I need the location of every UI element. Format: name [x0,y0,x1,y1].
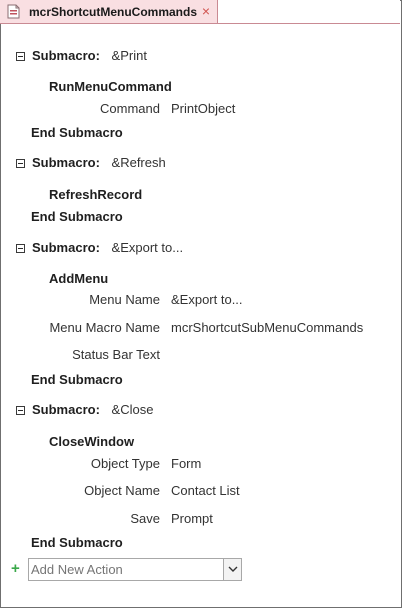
argument-row[interactable]: Command PrintObject [0,101,400,117]
submacro-name: &Print [111,48,147,63]
submacro-name: &Close [111,402,154,417]
submacro-header[interactable]: Submacro: &Print [32,48,147,63]
argument-label: Menu Name [89,292,160,307]
add-new-action-input[interactable] [31,561,221,578]
document-tab[interactable]: mcrShortcutMenuCommands × [0,0,218,24]
argument-label: Object Name [84,483,160,498]
end-submacro-label: End Submacro [31,125,123,140]
submacro-name: &Refresh [111,155,166,170]
argument-value[interactable]: Prompt [171,511,213,526]
collapse-minus-icon[interactable] [16,244,25,253]
submacro-keyword: Submacro: [32,240,100,255]
argument-label: Command [100,101,160,116]
argument-label: Status Bar Text [72,347,160,362]
tab-title: mcrShortcutMenuCommands [29,5,198,19]
action-name[interactable]: RunMenuCommand [49,79,172,94]
action-name[interactable]: RefreshRecord [49,187,142,202]
submacro-header[interactable]: Submacro: &Close [32,402,153,417]
argument-label: Menu Macro Name [49,320,160,335]
collapse-minus-icon[interactable] [16,406,25,415]
end-submacro-label: End Submacro [31,209,123,224]
argument-row[interactable]: Menu Macro Name mcrShortcutSubMenuComman… [0,320,400,336]
argument-row[interactable]: Object Type Form [0,456,400,472]
argument-row[interactable]: Menu Name &Export to... [0,292,400,308]
add-action-plus-icon: + [11,560,20,577]
collapse-minus-icon[interactable] [16,159,25,168]
submacro-keyword: Submacro: [32,402,100,417]
argument-label: Object Type [90,456,160,471]
add-new-action-combobox[interactable] [28,558,242,581]
argument-value[interactable]: &Export to... [171,292,243,307]
submacro-name: &Export to... [111,240,184,255]
end-submacro-label: End Submacro [31,535,123,550]
action-name[interactable]: CloseWindow [49,434,134,449]
argument-value[interactable]: mcrShortcutSubMenuCommands [171,320,363,335]
close-icon[interactable]: × [199,3,213,19]
submacro-header[interactable]: Submacro: &Refresh [32,155,166,170]
submacro-keyword: Submacro: [32,48,100,63]
argument-value[interactable]: PrintObject [171,101,235,116]
chevron-down-icon [228,566,238,572]
tab-strip-divider [218,23,400,24]
action-name[interactable]: AddMenu [49,271,108,286]
document-tab-strip: mcrShortcutMenuCommands × [0,0,400,24]
argument-label: Save [130,511,160,526]
macro-document-icon [7,4,20,19]
argument-row[interactable]: Status Bar Text [0,347,400,363]
collapse-minus-icon[interactable] [16,52,25,61]
submacro-keyword: Submacro: [32,155,100,170]
argument-value[interactable]: Form [171,456,201,471]
argument-value[interactable]: Contact List [171,483,240,498]
end-submacro-label: End Submacro [31,372,123,387]
argument-row[interactable]: Save Prompt [0,511,400,527]
submacro-header[interactable]: Submacro: &Export to... [32,240,183,255]
argument-row[interactable]: Object Name Contact List [0,483,400,499]
add-action-dropdown-button[interactable] [223,559,241,580]
